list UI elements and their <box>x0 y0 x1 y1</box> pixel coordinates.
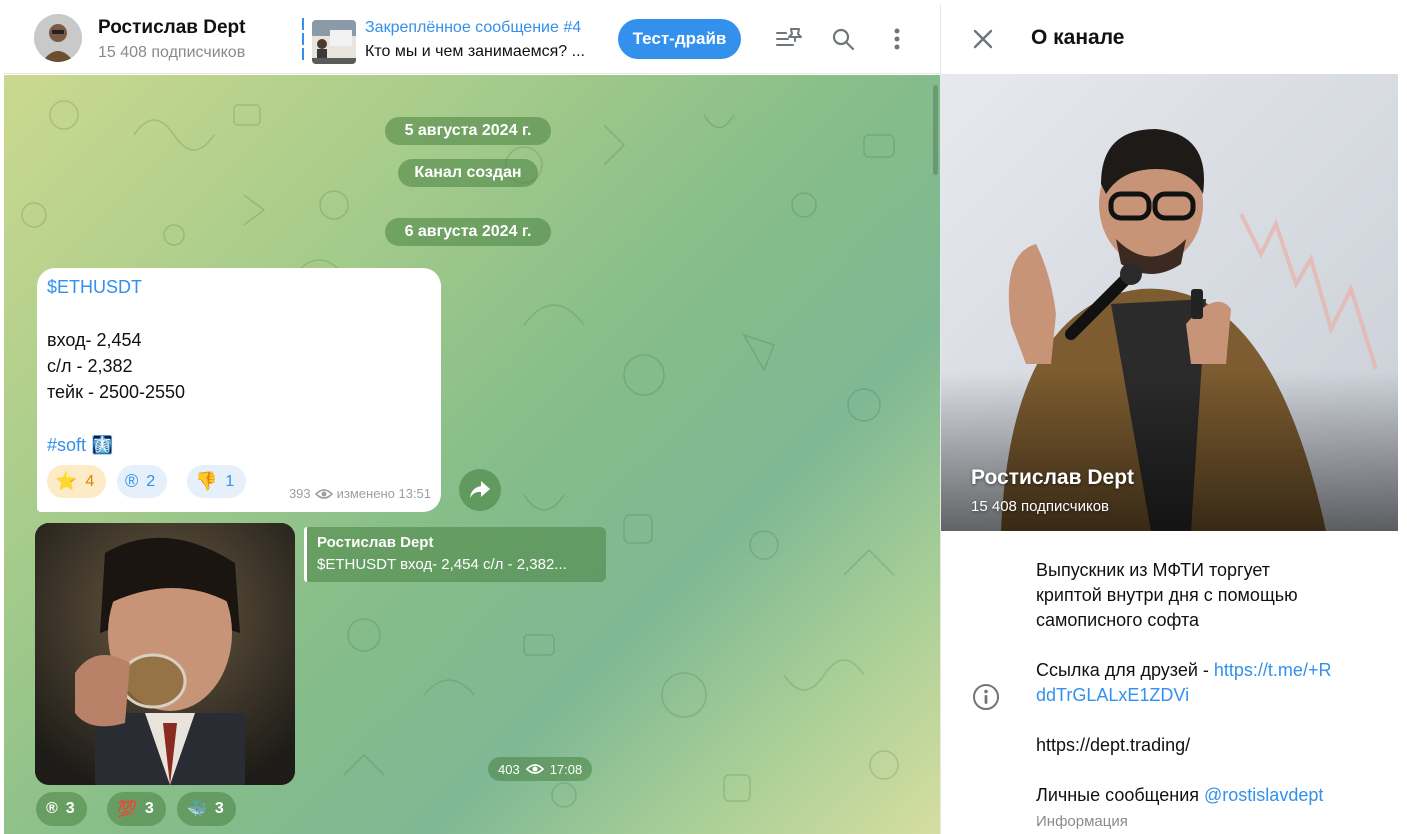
photo-meta: 403 17:08 <box>488 757 593 781</box>
channel-name: Ростислав Dept <box>971 466 1135 489</box>
friends-link[interactable]: https://t.me/+R <box>1214 660 1332 680</box>
channel-avatar[interactable] <box>34 14 82 62</box>
thumbs-down-icon: 👎 <box>195 471 218 491</box>
star-icon: ⭐ <box>55 471 78 491</box>
forward-button[interactable] <box>459 469 501 511</box>
ticker-link[interactable]: $ETHUSDT <box>47 277 142 298</box>
whale-icon: 🐳 <box>187 801 207 818</box>
subscriber-count: 15 408 подписчиков <box>98 44 246 61</box>
friends-link-block: Ссылка для друзей - https://t.me/+R ddTr… <box>1036 658 1386 708</box>
reaction-registered[interactable]: ® 3 <box>36 792 87 826</box>
view-count: 393 <box>288 486 311 501</box>
message-bubble[interactable]: $ETHUSDT вход- 2,454 с/л - 2,382 тейк - … <box>37 268 441 512</box>
close-icon[interactable] <box>968 24 998 54</box>
reaction-registered[interactable]: ® 2 <box>117 465 168 498</box>
reaction-count: 4 <box>85 472 95 490</box>
reaction-star[interactable]: ⭐ 4 <box>47 465 107 498</box>
eye-icon <box>525 764 544 774</box>
filter-pins-icon[interactable] <box>774 24 804 54</box>
xray-emoji: 🩻 <box>91 435 114 455</box>
chat-column: Ростислав Dept 15 408 подписчиков Закреп… <box>4 4 940 834</box>
search-icon[interactable] <box>828 24 858 54</box>
hundred-icon: 💯 <box>117 801 137 818</box>
reaction-thumbs-down[interactable]: 👎 1 <box>187 465 247 498</box>
hashtag-link[interactable]: #soft <box>47 435 86 455</box>
info-icon <box>971 682 1001 712</box>
more-vertical-icon[interactable] <box>882 24 912 54</box>
reply-bar <box>304 527 307 582</box>
date-separator: 6 августа 2024 г. <box>385 218 551 246</box>
test-drive-button[interactable]: Тест-драйв <box>618 19 741 59</box>
service-message: Канал создан <box>398 159 538 187</box>
channel-photo[interactable]: Ростислав Dept 15 408 подписчиков <box>941 74 1398 531</box>
date-separator: 5 августа 2024 г. <box>385 117 551 145</box>
reply-text: $ETHUSDT вход- 2,454 с/л - 2,382... <box>317 556 567 573</box>
dm-label: Личные сообщения <box>1036 785 1205 805</box>
view-count: 403 <box>498 761 520 777</box>
reaction-whale[interactable]: 🐳 3 <box>177 792 236 826</box>
info-caption: Информация <box>1036 813 1128 830</box>
eye-icon <box>314 488 333 499</box>
message-meta: 393 изменено 13:51 <box>289 486 431 501</box>
pinned-title: Закреплённое сообщение #4 <box>365 19 582 36</box>
message-photo[interactable] <box>35 523 295 785</box>
edited-time: изменено 13:51 <box>336 486 431 501</box>
pinned-text: Кто мы и чем занимаемся? ... <box>365 43 585 60</box>
dm-block: Личные сообщения @rostislavdept <box>1036 783 1386 808</box>
description-line: самописного софта <box>1036 610 1200 630</box>
channel-description: Выпускник из МФТИ торгует криптой внутри… <box>1036 558 1386 633</box>
message-line: вход- 2,454 <box>47 330 142 350</box>
friends-link-continued[interactable]: ddTrGLALxE1ZDVi <box>1036 683 1386 708</box>
message-line: тейк - 2500-2550 <box>47 382 186 402</box>
pinned-indicator <box>302 18 304 62</box>
description-line: Выпускник из МФТИ торгует <box>1036 560 1271 580</box>
chat-header: Ростислав Dept 15 408 подписчиков Закреп… <box>4 4 940 74</box>
subscriber-count: 15 408 подписчиков <box>971 498 1110 515</box>
pinned-message[interactable]: Закреплённое сообщение #4 Кто мы и чем з… <box>302 16 612 66</box>
registered-icon: ® <box>46 800 58 817</box>
pinned-thumbnail <box>312 20 356 64</box>
reaction-hundred[interactable]: 💯 3 <box>107 792 166 826</box>
channel-info-panel: О канале Ростислав Dept 15 408 подписчик… <box>940 4 1407 834</box>
friends-label: Ссылка для друзей - <box>1036 660 1214 680</box>
reaction-count: 3 <box>65 800 75 817</box>
channel-name[interactable]: Ростислав Dept <box>98 17 246 39</box>
panel-title: О канале <box>1031 26 1125 49</box>
chat-background: 5 августа 2024 г. Канал создан 6 августа… <box>4 75 940 834</box>
reaction-count: 1 <box>225 472 235 490</box>
message-line: с/л - 2,382 <box>47 356 133 376</box>
scrollbar-thumb[interactable] <box>933 85 938 175</box>
reaction-count: 3 <box>144 800 154 817</box>
site-link[interactable]: https://dept.trading/ <box>1036 733 1386 758</box>
reaction-count: 2 <box>146 472 156 490</box>
description-line: криптой внутри дня с помощью <box>1036 585 1298 605</box>
message-time: 17:08 <box>549 761 583 777</box>
reaction-count: 3 <box>214 800 224 817</box>
dm-handle-link[interactable]: @rostislavdept <box>1204 785 1323 805</box>
reply-author: Ростислав Dept <box>317 534 434 551</box>
registered-icon: ® <box>125 471 139 491</box>
reply-preview[interactable]: Ростислав Dept $ETHUSDT вход- 2,454 с/л … <box>304 527 606 582</box>
forward-icon <box>470 481 490 498</box>
